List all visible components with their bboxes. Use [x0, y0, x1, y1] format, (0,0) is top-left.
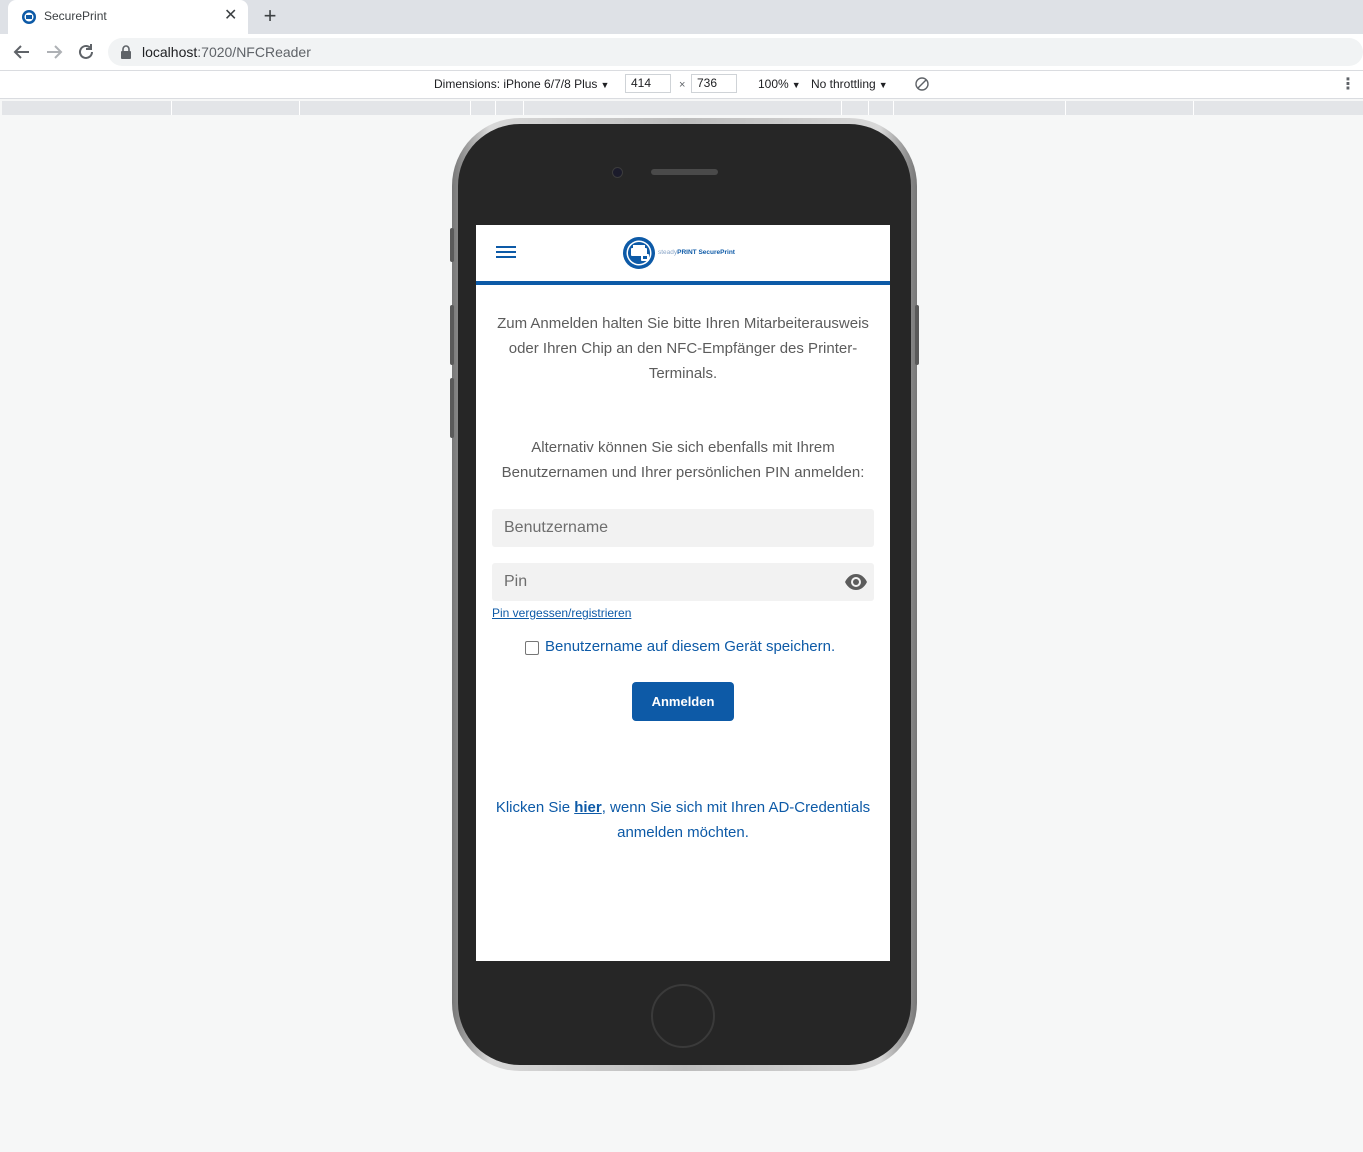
pin-placeholder: Pin — [504, 573, 528, 590]
username-input[interactable]: Benutzername — [492, 509, 874, 547]
reload-icon[interactable] — [75, 41, 97, 63]
phone-volume-down — [450, 378, 454, 438]
media-query-ruler[interactable] — [2, 101, 1363, 115]
rotate-icon[interactable] — [914, 76, 930, 92]
phone-volume-up — [450, 305, 454, 365]
tab-title: SecurePrint — [44, 9, 107, 23]
steadyprint-logo: steadyPRINT SecurePrint — [622, 236, 752, 270]
browser-tab-bar: SecurePrint ✕ + — [0, 0, 1363, 34]
eye-icon[interactable] — [844, 572, 868, 592]
forgot-pin-link[interactable]: Pin vergessen/registrieren — [492, 606, 631, 620]
device-height-input[interactable]: 736 — [691, 74, 737, 93]
phone-power-button — [915, 305, 919, 365]
zoom-select[interactable]: 100% ▼ — [758, 77, 801, 91]
secureprint-favicon-icon — [22, 10, 36, 24]
alternative-login-text: Alternativ können Sie sich ebenfalls mit… — [501, 439, 865, 481]
phone-home-button — [651, 984, 715, 1048]
app-header: steadyPRINT SecurePrint — [476, 225, 890, 285]
logo-wordmark: steadyPRINT SecurePrint — [658, 249, 735, 256]
device-width-input[interactable]: 414 — [625, 74, 671, 93]
new-tab-button[interactable]: + — [258, 4, 282, 28]
device-dimensions-select[interactable]: Dimensions: iPhone 6/7/8 Plus ▼ — [434, 77, 609, 91]
browser-tab[interactable]: SecurePrint ✕ — [8, 0, 248, 34]
pin-input[interactable]: Pin — [492, 563, 874, 601]
device-toolbar: Dimensions: iPhone 6/7/8 Plus ▼ 414 × 736… — [0, 71, 1363, 99]
phone-speaker — [651, 169, 718, 175]
forward-arrow-icon[interactable] — [43, 41, 65, 63]
phone-camera — [612, 167, 623, 178]
browser-toolbar: localhost:7020/NFCReader — [0, 34, 1363, 71]
lock-icon[interactable] — [120, 45, 132, 59]
dimension-separator: × — [679, 79, 686, 91]
close-tab-icon[interactable]: ✕ — [224, 7, 237, 25]
address-bar[interactable]: localhost:7020/NFCReader — [108, 38, 1363, 66]
url-text: localhost:7020/NFCReader — [142, 44, 311, 60]
phone-mute-switch — [450, 228, 454, 262]
remember-username-checkbox[interactable] — [525, 641, 539, 655]
printer-lock-logo-icon — [623, 237, 655, 269]
login-button[interactable]: Anmelden — [632, 682, 734, 721]
ad-credentials-text: Klicken Sie hier, wenn Sie sich mit Ihre… — [495, 799, 871, 841]
more-options-icon[interactable]: ⋮ — [1340, 74, 1356, 94]
ad-login-link[interactable]: hier — [574, 799, 602, 816]
menu-icon[interactable] — [496, 245, 518, 261]
remember-username-label[interactable]: Benutzername auf diesem Gerät speichern. — [545, 638, 835, 655]
throttling-select[interactable]: No throttling ▼ — [811, 77, 888, 91]
nfc-instructions: Zum Anmelden halten Sie bitte Ihren Mita… — [497, 315, 869, 382]
back-arrow-icon[interactable] — [11, 41, 33, 63]
app-screen: steadyPRINT SecurePrint Zum Anmelden hal… — [476, 225, 890, 961]
